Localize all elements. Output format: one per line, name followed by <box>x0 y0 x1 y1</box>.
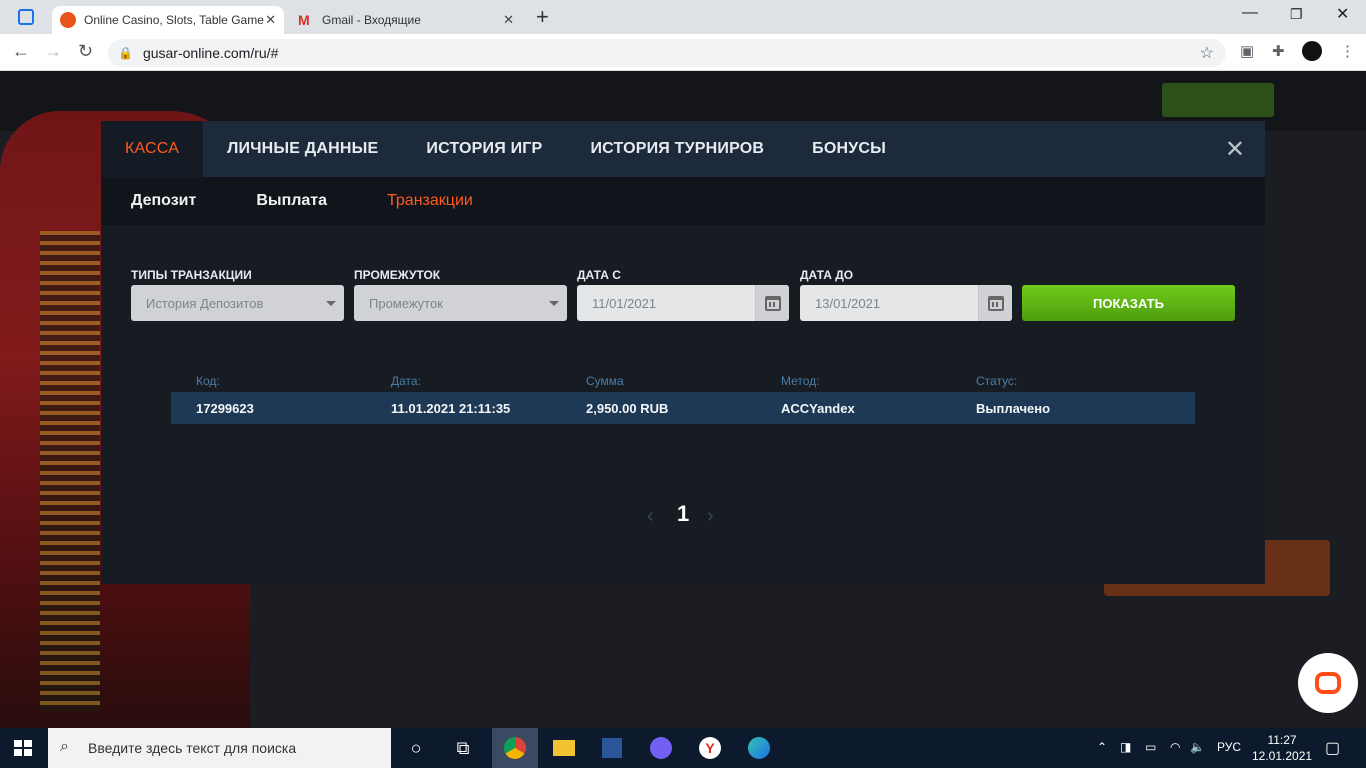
windows-taskbar: ⌕ Введите здесь текст для поиска ○ ⧉ Y ⌃… <box>0 728 1366 768</box>
extension-icon[interactable]: ▣ <box>1240 42 1254 60</box>
windows-start-icon[interactable] <box>14 740 32 756</box>
new-tab-icon[interactable]: + <box>536 4 549 30</box>
menu-dots-icon[interactable]: ⋮ <box>1340 42 1355 60</box>
search-placeholder: Введите здесь текст для поиска <box>88 740 297 756</box>
chat-bubble-icon <box>1315 672 1341 694</box>
tab-tournament-history[interactable]: ИСТОРИЯ ТУРНИРОВ <box>566 121 788 177</box>
tab-casino[interactable]: Online Casino, Slots, Table Game ✕ <box>52 6 284 34</box>
clock-date: 12.01.2021 <box>1252 749 1313 763</box>
period-value: Промежуток <box>369 295 443 311</box>
cell-amount: 2,950.00 RUB <box>586 401 669 416</box>
calendar-icon <box>987 295 1004 311</box>
cortana-icon[interactable]: ○ <box>393 728 439 768</box>
language-indicator[interactable]: РУС <box>1217 740 1241 754</box>
task-view-icon[interactable]: ⧉ <box>440 728 486 768</box>
window-close-icon[interactable]: ✕ <box>1336 4 1349 24</box>
type-label: ТИПЫ ТРАНЗАКЦИИ <box>131 268 252 282</box>
battery-icon[interactable]: ▭ <box>1145 740 1156 754</box>
tab-search-icon[interactable] <box>18 9 34 25</box>
wifi-icon[interactable]: ◠ <box>1170 740 1180 754</box>
site-header-button-dimmed <box>1162 83 1274 117</box>
col-date-header: Дата: <box>391 374 421 388</box>
word-icon[interactable] <box>589 728 635 768</box>
close-tab-icon[interactable]: ✕ <box>503 12 514 28</box>
calendar-button[interactable] <box>978 285 1012 321</box>
puzzle-icon[interactable]: ✚ <box>1272 42 1285 60</box>
subtab-deposit[interactable]: Депозит <box>101 177 226 225</box>
chevron-down-icon <box>326 301 336 306</box>
period-select[interactable]: Промежуток <box>354 285 567 321</box>
lock-icon: 🔒 <box>118 46 133 60</box>
date-from-value: 11/01/2021 <box>592 295 657 311</box>
cell-code: 17299623 <box>196 401 254 416</box>
modal-top-nav: КАССА ЛИЧНЫЕ ДАННЫЕ ИСТОРИЯ ИГР ИСТОРИЯ … <box>101 121 1265 177</box>
col-status-header: Статус: <box>976 374 1018 388</box>
date-to-label: ДАТА ДО <box>800 268 854 282</box>
cell-status: Выплачено <box>976 401 1051 416</box>
url-input[interactable]: 🔒 gusar-online.com/ru/# ☆ <box>108 39 1226 67</box>
col-code-header: Код: <box>196 374 220 388</box>
subtab-withdrawal[interactable]: Выплата <box>226 177 357 225</box>
prev-page-icon[interactable]: ‹ <box>647 505 654 528</box>
close-tab-icon[interactable]: ✕ <box>265 12 276 28</box>
chrome-icon[interactable] <box>492 728 538 768</box>
current-page[interactable]: 1 <box>677 501 689 527</box>
subtab-transactions[interactable]: Транзакции <box>357 177 503 225</box>
file-explorer-icon[interactable] <box>541 728 587 768</box>
reload-icon[interactable]: ↻ <box>78 41 93 62</box>
volume-icon[interactable]: 🔈 <box>1190 740 1205 754</box>
show-button[interactable]: ПОКАЗАТЬ <box>1022 285 1235 321</box>
date-to-input[interactable]: 13/01/2021 <box>800 285 1012 321</box>
forward-icon[interactable]: → <box>44 41 62 62</box>
tab-title: Gmail - Входящие <box>322 13 421 27</box>
gmail-favicon-icon: M <box>298 12 310 28</box>
pagination: ‹ 1 › <box>641 499 721 529</box>
tab-game-history[interactable]: ИСТОРИЯ ИГР <box>402 121 566 177</box>
tab-bonuses[interactable]: БОНУСЫ <box>788 121 910 177</box>
tab-kassa[interactable]: КАССА <box>101 121 204 177</box>
system-clock[interactable]: 11:27 12.01.2021 <box>1252 732 1312 764</box>
cell-method: ACCYandex <box>781 401 855 416</box>
tray-chevron-icon[interactable]: ⌃ <box>1097 740 1107 754</box>
search-icon: ⌕ <box>60 738 69 755</box>
date-from-label: ДАТА С <box>577 268 621 282</box>
viber-icon[interactable] <box>638 728 684 768</box>
calendar-button[interactable] <box>755 285 789 321</box>
yandex-browser-icon[interactable]: Y <box>687 728 733 768</box>
notification-icon[interactable]: ▢ <box>1325 738 1340 758</box>
minimize-icon[interactable]: — <box>1242 4 1258 22</box>
transaction-type-select[interactable]: История Депозитов <box>131 285 344 321</box>
type-value: История Депозитов <box>146 295 264 311</box>
account-modal: КАССА ЛИЧНЫЕ ДАННЫЕ ИСТОРИЯ ИГР ИСТОРИЯ … <box>101 121 1265 584</box>
tab-title: Online Casino, Slots, Table Game <box>84 13 264 27</box>
bookmark-star-icon[interactable]: ☆ <box>1200 43 1214 63</box>
address-bar-row: ← → ↻ 🔒 gusar-online.com/ru/# ☆ <box>0 34 1366 71</box>
modal-sub-nav: Депозит Выплата Транзакции <box>101 177 1265 225</box>
edge-icon[interactable] <box>736 728 782 768</box>
table-row: 17299623 11.01.2021 21:11:35 2,950.00 RU… <box>171 392 1195 424</box>
browser-tabbar: Online Casino, Slots, Table Game ✕ M Gma… <box>0 0 1366 34</box>
calendar-icon <box>764 295 781 311</box>
col-method-header: Метод: <box>781 374 820 388</box>
chat-widget-button[interactable] <box>1298 653 1358 713</box>
date-from-input[interactable]: 11/01/2021 <box>577 285 789 321</box>
back-icon[interactable]: ← <box>12 41 30 62</box>
maximize-icon[interactable]: ❐ <box>1290 6 1303 23</box>
taskbar-search-input[interactable]: ⌕ Введите здесь текст для поиска <box>48 728 391 768</box>
profile-avatar[interactable] <box>1302 41 1322 61</box>
network-camera-icon[interactable]: ◨ <box>1120 740 1131 754</box>
hussar-uniform-braid <box>40 231 100 711</box>
next-page-icon[interactable]: › <box>707 505 714 528</box>
chevron-down-icon <box>549 301 559 306</box>
url-text: gusar-online.com/ru/# <box>142 45 279 61</box>
clock-time: 11:27 <box>1267 733 1297 747</box>
casino-favicon-icon <box>60 12 76 28</box>
tab-personal-data[interactable]: ЛИЧНЫЕ ДАННЫЕ <box>203 121 402 177</box>
date-to-value: 13/01/2021 <box>815 295 881 311</box>
cell-date: 11.01.2021 21:11:35 <box>391 401 511 416</box>
col-amount-header: Сумма <box>586 374 624 388</box>
close-icon[interactable]: ✕ <box>1225 135 1245 164</box>
period-label: ПРОМЕЖУТОК <box>354 268 441 282</box>
tab-gmail[interactable]: M Gmail - Входящие ✕ <box>290 6 522 34</box>
